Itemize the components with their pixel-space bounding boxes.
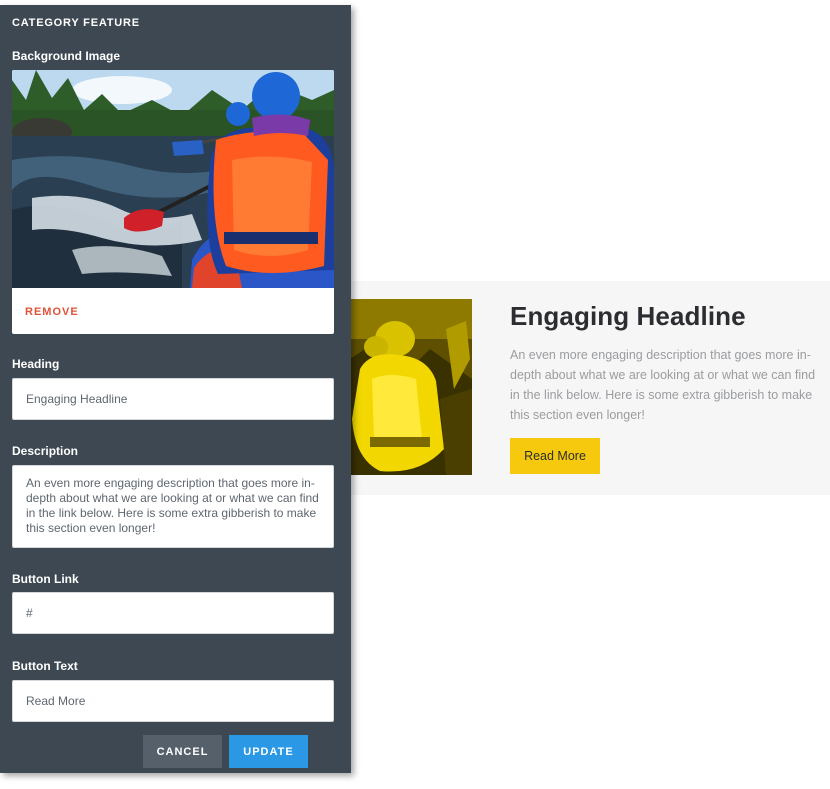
description-label: Description xyxy=(12,444,79,458)
description-textarea[interactable]: An even more engaging description that g… xyxy=(12,465,334,548)
read-more-button[interactable]: Read More xyxy=(510,438,600,474)
preview-headline: Engaging Headline xyxy=(510,301,746,331)
cancel-button[interactable]: CANCEL xyxy=(143,735,222,768)
button-text-input[interactable] xyxy=(12,680,334,722)
background-image-card: REMOVE xyxy=(12,70,334,334)
remove-image-link[interactable]: REMOVE xyxy=(25,306,79,318)
preview-description: An even more engaging description that g… xyxy=(510,348,816,422)
background-image-label: Background Image xyxy=(12,49,121,63)
button-link-input[interactable] xyxy=(12,592,334,634)
heading-input[interactable] xyxy=(12,378,334,420)
button-text-label: Button Text xyxy=(12,659,78,673)
category-feature-editor: CATEGORY FEATURE Background Image REMOVE… xyxy=(0,5,351,773)
preview-image xyxy=(350,299,472,475)
panel-title: CATEGORY FEATURE xyxy=(12,17,140,29)
button-link-label: Button Link xyxy=(12,572,79,586)
heading-label: Heading xyxy=(12,357,60,371)
category-feature-preview: Engaging Headline An even more engaging … xyxy=(350,281,830,495)
update-button[interactable]: UPDATE xyxy=(229,735,308,768)
background-image-preview[interactable] xyxy=(12,70,334,288)
